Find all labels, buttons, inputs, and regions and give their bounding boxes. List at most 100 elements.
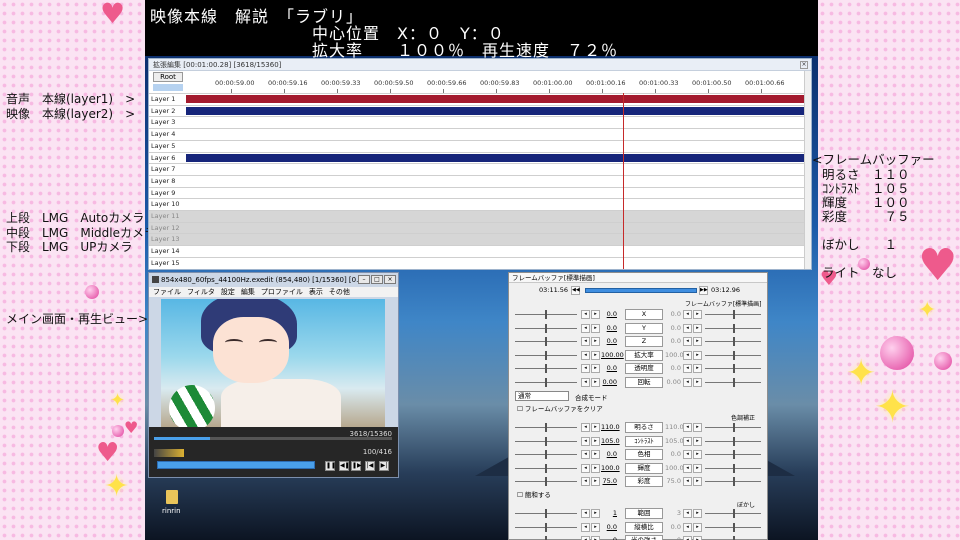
param-end-value[interactable]: 75.0: [665, 477, 681, 486]
decrement-arrow[interactable]: ◂: [683, 377, 692, 387]
play-pause-button[interactable]: ❚❚: [325, 461, 336, 471]
param-name-button[interactable]: 光の強さ: [625, 535, 663, 540]
right-slider-knob[interactable]: [733, 364, 735, 373]
left-slider-knob[interactable]: [545, 463, 547, 473]
param-start-value[interactable]: 75.0: [601, 477, 617, 486]
timeline-layer-row[interactable]: Layer 4: [149, 128, 811, 140]
decrement-arrow[interactable]: ◂: [683, 323, 692, 333]
increment-arrow[interactable]: ▸: [693, 423, 702, 432]
param-end-value[interactable]: 0.0: [665, 450, 681, 459]
folder-icon[interactable]: [166, 490, 178, 504]
menu-item[interactable]: フィルタ: [187, 288, 215, 296]
param-end-value[interactable]: 0.0: [665, 324, 681, 333]
timeline-scrollbar[interactable]: [804, 71, 811, 269]
increment-arrow[interactable]: ▸: [591, 323, 600, 333]
param-name-button[interactable]: X: [625, 309, 663, 320]
right-slider-knob[interactable]: [733, 350, 735, 360]
video-preview[interactable]: [161, 299, 385, 427]
param-end-value[interactable]: 0.0: [665, 337, 681, 346]
timeline-layer-row[interactable]: Layer 15: [149, 256, 811, 269]
next-icon[interactable]: ▶▶: [699, 286, 708, 295]
param-start-value[interactable]: 0.0: [601, 523, 617, 532]
player-window[interactable]: 854x480_60fps_44100Hz.exedit (854,480) […: [148, 272, 399, 478]
timeline-object-bar[interactable]: [186, 95, 805, 103]
timeline-ruler[interactable]: Root 00:00:59.00 00:00:59.16 00:00:59.33 00…: [149, 71, 811, 93]
param-start-value[interactable]: 0: [601, 536, 617, 540]
param-end-value[interactable]: 100.0: [665, 464, 684, 473]
timeline-layer-row[interactable]: Layer 7: [149, 163, 811, 175]
param-start-value[interactable]: 100.00: [601, 351, 624, 360]
range-bar[interactable]: [157, 461, 315, 469]
left-slider-knob[interactable]: [545, 436, 547, 446]
increment-arrow[interactable]: ▸: [591, 377, 600, 387]
timeline-layer-row[interactable]: Layer 14: [149, 245, 811, 257]
left-slider-knob[interactable]: [545, 423, 547, 432]
timeline-layer-row[interactable]: Layer 3: [149, 116, 811, 128]
param-name-button[interactable]: 透明度: [625, 363, 663, 374]
increment-arrow[interactable]: ▸: [591, 350, 600, 360]
timeline-layer-row[interactable]: Layer 8: [149, 174, 811, 187]
left-slider-knob[interactable]: [545, 477, 547, 486]
param-end-value[interactable]: 0.0: [665, 364, 681, 373]
prev-icon[interactable]: ◀◀: [571, 286, 580, 295]
layer-name[interactable]: Layer 9: [151, 188, 183, 198]
timeline-layer-row[interactable]: Layer 10: [149, 198, 811, 210]
increment-arrow[interactable]: ▸: [693, 377, 702, 387]
close-icon[interactable]: ×: [384, 275, 396, 284]
layer-name[interactable]: Layer 5: [151, 141, 183, 151]
decrement-arrow[interactable]: ◂: [683, 310, 692, 319]
increment-arrow[interactable]: ▸: [591, 536, 600, 540]
param-name-button[interactable]: 拡大率: [625, 349, 663, 361]
decrement-arrow[interactable]: ◂: [683, 509, 692, 518]
layer-name[interactable]: Layer 6: [151, 153, 183, 163]
param-name-button[interactable]: 彩度: [625, 476, 663, 487]
right-slider-knob[interactable]: [733, 310, 735, 319]
param-start-value[interactable]: 0.0: [601, 450, 617, 459]
right-slider-knob[interactable]: [733, 450, 735, 459]
param-end-value[interactable]: 0.0: [665, 310, 681, 319]
timeline-layer-row[interactable]: Layer 9: [149, 186, 811, 199]
decrement-arrow[interactable]: ◂: [581, 310, 590, 319]
increment-arrow[interactable]: ▸: [591, 364, 600, 373]
decrement-arrow[interactable]: ◂: [683, 337, 692, 346]
param-start-value[interactable]: 0.0: [601, 310, 617, 319]
param-start-value[interactable]: 100.0: [601, 464, 620, 473]
layer-name[interactable]: Layer 14: [151, 246, 183, 256]
param-name-button[interactable]: Z: [625, 336, 663, 347]
step-back-button[interactable]: ◀❚: [339, 461, 350, 471]
timeline-object-bar[interactable]: [186, 153, 805, 162]
param-name-button[interactable]: 範囲: [625, 508, 663, 519]
param-end-value[interactable]: 0.0: [665, 523, 681, 532]
right-slider-knob[interactable]: [733, 522, 735, 532]
param-start-value[interactable]: 105.0: [601, 437, 620, 446]
decrement-arrow[interactable]: ◂: [683, 423, 692, 432]
saturate-checkbox[interactable]: ☐ 飽和する: [517, 489, 551, 499]
timeline-layer-row[interactable]: Layer 6: [149, 151, 811, 164]
menu-item[interactable]: その他: [329, 288, 350, 296]
layer-name[interactable]: Layer 8: [151, 176, 183, 186]
increment-arrow[interactable]: ▸: [591, 522, 600, 532]
param-name-button[interactable]: 明るさ: [625, 422, 663, 433]
left-slider-knob[interactable]: [545, 536, 547, 540]
increment-arrow[interactable]: ▸: [693, 350, 702, 360]
menu-item[interactable]: 表示: [309, 288, 323, 296]
timeline-layer-row[interactable]: Layer 5: [149, 139, 811, 152]
left-slider-knob[interactable]: [545, 509, 547, 518]
close-icon[interactable]: ×: [800, 61, 808, 69]
decrement-arrow[interactable]: ◂: [581, 364, 590, 373]
right-slider-knob[interactable]: [733, 509, 735, 518]
decrement-arrow[interactable]: ◂: [581, 337, 590, 346]
right-slider-knob[interactable]: [733, 337, 735, 346]
timeline-object-bar[interactable]: [186, 106, 805, 115]
param-name-button[interactable]: ｺﾝﾄﾗｽﾄ: [625, 435, 663, 447]
to-end-button[interactable]: ▶|: [379, 461, 389, 471]
decrement-arrow[interactable]: ◂: [683, 463, 692, 473]
clear-framebuffer-checkbox[interactable]: ☐ フレームバッファをクリア: [517, 403, 603, 413]
maximize-icon[interactable]: □: [371, 275, 383, 284]
layer-name[interactable]: Layer 1: [151, 94, 183, 104]
playhead-cursor[interactable]: [623, 93, 624, 269]
left-slider-knob[interactable]: [545, 337, 547, 346]
increment-arrow[interactable]: ▸: [693, 522, 702, 532]
increment-arrow[interactable]: ▸: [591, 477, 600, 486]
step-forward-button[interactable]: ❚▶: [351, 461, 362, 471]
